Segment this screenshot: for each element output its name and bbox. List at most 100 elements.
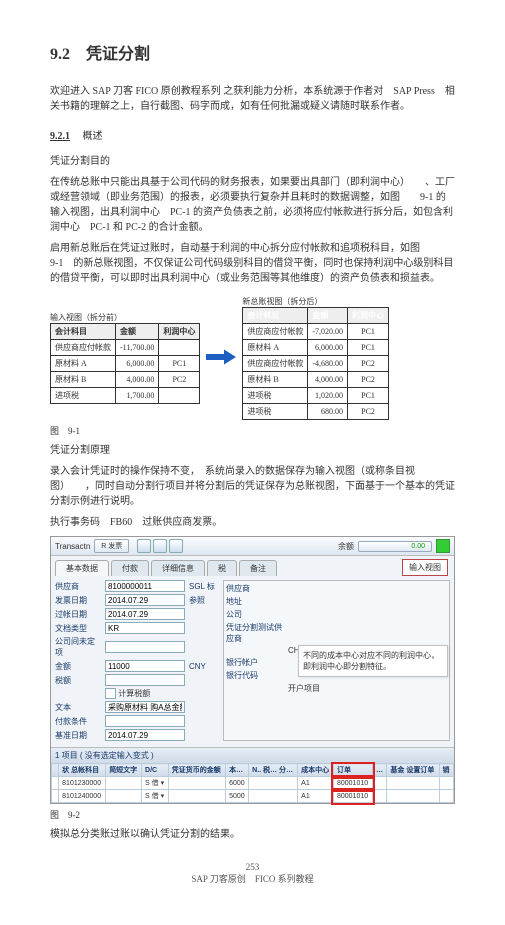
purpose-heading: 凭证分割目的 [50,154,455,169]
form-input[interactable] [105,608,185,620]
form-label: 公司间未定项 [55,636,101,658]
grid-header: 状 总帐科目 [59,764,106,777]
grid-row[interactable]: 8101240000S 借 ▾5000A180001010 [52,790,454,803]
side-label: 凭证分割测试供应商 [226,622,286,644]
form-input[interactable] [105,660,185,672]
table-header: 金额 [308,308,348,324]
subsection-number: 9.2.1 [50,131,70,142]
form-label: 税额 [55,675,101,686]
page-number: 253 [50,862,455,872]
table-row: 进项税1,700.00 [51,388,200,404]
balance-label: 余额 [338,541,354,552]
form-input[interactable] [105,701,185,713]
form-label: 金额 [55,661,101,672]
balance-value: 0.00 [358,541,432,552]
form-input[interactable] [105,729,185,741]
form-input[interactable] [105,580,185,592]
arrow-icon [206,349,236,365]
sap-tabs: 基本数据付款详细信息税备注 [51,556,454,576]
side-label: 公司 [226,609,286,620]
form-extra: SGL 标 [189,581,219,592]
table-row: 供应商应付帐款-11,700.00 [51,340,200,356]
table-row: 进项税680.00PC2 [243,404,389,420]
side-value [288,583,447,594]
input-view-table: 会计科目金额利润中心 供应商应付帐款-11,700.00原材料 A6,000.0… [50,323,200,404]
form-extra: CNY [189,662,219,671]
balance-ok-icon [436,539,450,553]
sap-form: 供应商SGL 标发票日期参照过帐日期文档类型公司间未定项金额CNY税额 计算税额… [55,580,219,741]
calculate-tax-checkbox[interactable] [105,688,116,699]
grid-header: D/C [142,764,169,777]
intro-paragraph: 欢迎进入 SAP 刀客 FICO 原创教程系列 之获利能力分析，本系统源于作者对… [50,84,455,114]
grid-row[interactable]: 8101230000S 借 ▾6000A180001010 [52,777,454,790]
grid-header: 成本中心 [298,764,334,777]
transactn-label: Transactn [55,542,90,551]
grid-header: … [373,764,387,777]
tab-4[interactable]: 备注 [239,560,277,576]
right-table-caption: 新总账视图（拆分后） [242,296,389,307]
grid-header: 基金 设置订单 [387,764,439,777]
form-label: 过帐日期 [55,609,101,620]
grid-title: 1 项目 ( 没有选定输入变式 ) [55,750,154,761]
principle-heading: 凭证分割原理 [50,443,455,458]
table-row: 进项税1,020.00PC1 [243,388,389,404]
grid-header: 本… [226,764,249,777]
table-row: 原材料 A6,000.00PC1 [243,340,389,356]
side-value [288,596,447,607]
tab-1[interactable]: 付款 [111,560,149,576]
checkbox-label: 计算税额 [116,689,150,698]
form-label: 文本 [55,702,101,713]
table-row: 原材料 B4,000.00PC2 [51,372,200,388]
gl-view-table: 会计科目金额利润中心 供应商应付帐款-7,020.00PC1原材料 A6,000… [242,307,389,420]
heading: 9.2 凭证分割 [50,40,455,64]
tab-0[interactable]: 基本数据 [55,560,109,576]
table-row: 原材料 B4,000.00PC2 [243,372,389,388]
sap-screen: Transactn R 发票 余额 0.00 输入视图 基本数据付款详细信息税备… [50,536,455,804]
tab-3[interactable]: 税 [207,560,237,576]
paragraph-3b: 启用新总账后在凭证过账时，自动基于利润的中心拆分应付帐款和追项税科目，如图 9-… [50,241,455,286]
side-value [288,622,447,644]
transaction-type-dropdown[interactable]: R 发票 [94,539,129,553]
grid-header [52,764,59,777]
left-table-caption: 输入视图（拆分前） [50,312,200,323]
form-label: 发票日期 [55,595,101,606]
annotation-note: 不同的成本中心对应不同的利润中心，即利润中心即分割特征。 [298,645,448,677]
table-row: 原材料 A6,000.00PC1 [51,356,200,372]
form-input[interactable] [105,674,185,686]
toolbar-icon[interactable] [153,539,167,553]
input-view-callout: 输入视图 [402,559,448,576]
side-value: 开户项目 [288,683,447,694]
paragraph-5: 录入会计凭证时的操作保持不变， 系统尚录入的数据保存为输入视图（或称条目视图） … [50,464,455,509]
form-input[interactable] [105,715,185,727]
form-label: 基准日期 [55,730,101,741]
form-input[interactable] [105,622,185,634]
side-value [288,609,447,620]
form-input[interactable] [105,594,185,606]
table-header: 利润中心 [348,308,389,324]
side-label [226,646,286,655]
grid-header: N.. 税… 分… [249,764,298,777]
table-header: 利润中心 [159,324,200,340]
form-input[interactable] [105,641,185,653]
figure-9-1-caption: 图 9-1 [50,424,455,437]
toolbar-icon[interactable] [169,539,183,553]
form-extra: 参照 [189,595,219,606]
paragraph-7: 模拟总分类账过账以确认凭证分割的结果。 [50,827,455,842]
table-header: 会计科目 [51,324,116,340]
paragraph-3a: 在传统总账中只能出具基于公司代码的财务报表，如果要出具部门（即利润中心） 、工厂… [50,175,455,235]
grid-header: 销 [439,764,453,777]
table-row: 供应商应付帐款-4,680.00PC2 [243,356,389,372]
grid-header: 凭证货币的金额 [168,764,225,777]
side-label: 供应商 [226,583,286,594]
side-label: 地址 [226,596,286,607]
form-label: 付款条件 [55,716,101,727]
side-label [226,683,286,694]
paragraph-6: 执行事务码 FB60 过账供应商发票。 [50,515,455,530]
table-header: 会计科目 [243,308,308,324]
form-label: 文档类型 [55,623,101,634]
footer-text: SAP 刀客原创 FICO 系列教程 [50,872,455,885]
side-label: 银行帐户 [226,657,286,668]
grid-header: 订单 [333,764,372,777]
toolbar-icon[interactable] [137,539,151,553]
tab-2[interactable]: 详细信息 [151,560,205,576]
